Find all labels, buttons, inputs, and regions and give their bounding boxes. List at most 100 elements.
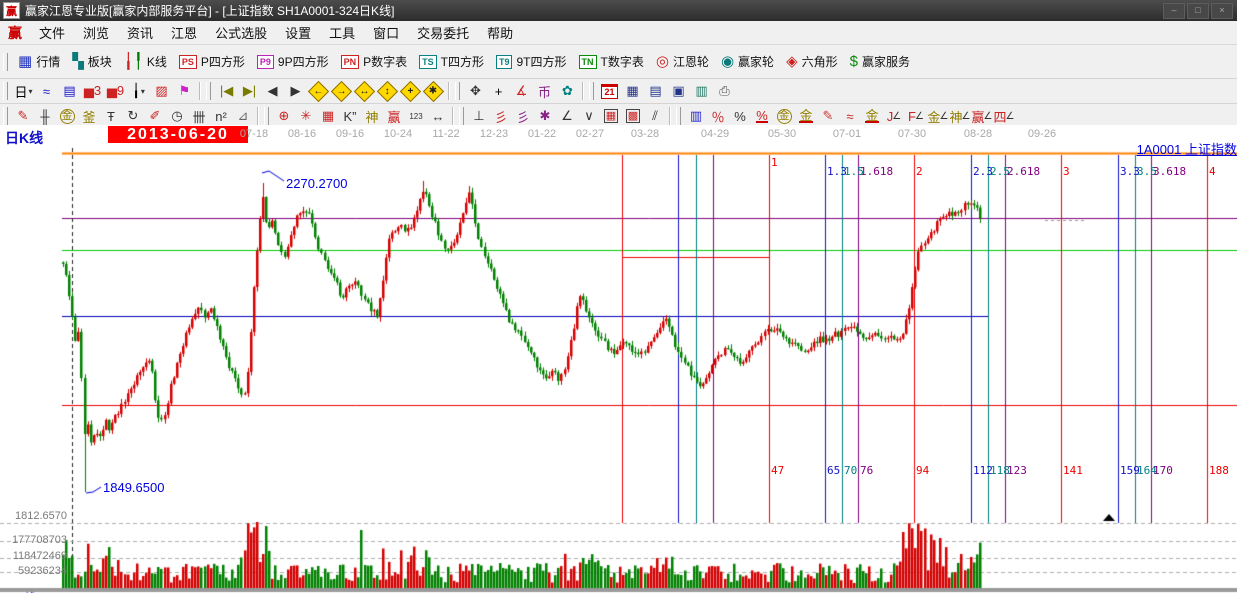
info-list-icon[interactable]: ▤	[58, 81, 81, 101]
red-grid-frame2-icon[interactable]: ▩	[622, 106, 644, 126]
zoom-fit-icon[interactable]: ✱	[422, 81, 445, 101]
gold-ring-icon[interactable]: 金	[56, 106, 78, 126]
toolbar-item-p-number-table[interactable]: PNP数字表	[335, 49, 414, 75]
menu-item-设置[interactable]: 设置	[276, 23, 320, 42]
shift-left-icon[interactable]: ←	[307, 81, 330, 101]
next-bar-icon[interactable]: ▶	[284, 81, 307, 101]
symbol-label[interactable]: 1A0001 上证指数	[1137, 139, 1237, 158]
list-grid-blue-icon[interactable]: ▥	[685, 106, 707, 126]
menu-item-窗口[interactable]: 窗口	[364, 23, 408, 42]
maximize-button[interactable]: □	[1187, 3, 1209, 19]
ying-angle-icon[interactable]: 赢∠	[971, 106, 993, 126]
menu-item-文件[interactable]: 文件	[30, 23, 74, 42]
draw-pencil-icon[interactable]: ✎	[12, 106, 34, 126]
zoom-horizontal-icon[interactable]: ↔	[353, 81, 376, 101]
red-hatch-icon[interactable]: ▨	[150, 81, 173, 101]
f-angle-icon[interactable]: F∠	[905, 106, 927, 126]
calendar-icon[interactable]: 21	[598, 81, 621, 101]
menu-item-江恩[interactable]: 江恩	[162, 23, 206, 42]
angle-lines-icon[interactable]: ∠	[556, 106, 578, 126]
pattern-search-icon[interactable]: ≈	[35, 81, 58, 101]
clock-cycle-icon[interactable]: ◷	[166, 106, 188, 126]
j-angle-icon[interactable]: J∠	[883, 106, 905, 126]
candle-pen-icon[interactable]: ✎	[817, 106, 839, 126]
bars-3-icon[interactable]: ▅3	[81, 81, 104, 101]
menu-item-工具[interactable]: 工具	[320, 23, 364, 42]
angle-measure-icon[interactable]: ∡	[510, 81, 533, 101]
export-image-icon[interactable]: ▥	[690, 81, 713, 101]
toolbar-item-9p-square[interactable]: P99P四方形	[251, 49, 335, 75]
calculator-icon[interactable]: ▦	[621, 81, 644, 101]
circle-cross-icon[interactable]: ⊕	[273, 106, 295, 126]
toolbar-item-gann-wheel[interactable]: ◎江恩轮	[650, 49, 715, 75]
parallel-lines-icon[interactable]: ⫽	[644, 106, 666, 126]
toolbar-item-p-square[interactable]: PSP四方形	[173, 49, 251, 75]
purple-fan-icon[interactable]: 彡	[512, 106, 534, 126]
toolbar-item-winner-service[interactable]: $赢家服务	[844, 49, 916, 75]
menu-item-帮助[interactable]: 帮助	[478, 23, 522, 42]
v-wave-icon[interactable]: ∨	[578, 106, 600, 126]
comb-lines-icon[interactable]: ╫	[34, 106, 56, 126]
red-fan-icon[interactable]: 彡	[490, 106, 512, 126]
percent-icon[interactable]: %	[729, 106, 751, 126]
toolbar-item-kline[interactable]: ╽╿K线	[118, 49, 173, 75]
chart-canvas[interactable]	[0, 125, 1237, 593]
gold-levels-icon[interactable]: 金	[795, 106, 817, 126]
menu-item-公式选股[interactable]: 公式选股	[206, 23, 276, 42]
crosshair-icon[interactable]: +	[487, 81, 510, 101]
close-button[interactable]: ×	[1211, 3, 1233, 19]
purple-band-tool-icon[interactable]: 币	[533, 81, 556, 101]
pencil-chart-icon[interactable]: ✐	[144, 106, 166, 126]
percent-red-icon[interactable]: %	[751, 106, 773, 126]
save-icon[interactable]: ▣	[667, 81, 690, 101]
f-grid-icon[interactable]: Ŧ	[100, 106, 122, 126]
single-candle-dropdown-icon[interactable]: ╽▾	[127, 81, 150, 101]
red-grid-frame1-icon[interactable]: ▦	[600, 106, 622, 126]
spiral-icon[interactable]: ↻	[122, 106, 144, 126]
toolbar-item-hexagon[interactable]: ◈六角形	[780, 49, 844, 75]
grid-123-icon[interactable]: 123	[405, 106, 427, 126]
width-arrows-icon[interactable]: ↔	[427, 106, 449, 126]
menu-item-浏览[interactable]: 浏览	[74, 23, 118, 42]
menu-item-交易委托[interactable]: 交易委托	[408, 23, 478, 42]
zoom-vertical-icon[interactable]: ↕	[376, 81, 399, 101]
dense-comb-icon[interactable]: 卌	[188, 106, 210, 126]
red-web-grid-icon[interactable]: ▦	[317, 106, 339, 126]
shen-lines-icon[interactable]: 神	[361, 106, 383, 126]
zoom-all-icon[interactable]: +	[399, 81, 422, 101]
gold-ring2-icon[interactable]: 釜	[78, 106, 100, 126]
gold-angle-icon[interactable]: 金∠	[927, 106, 949, 126]
shen-angle-icon[interactable]: 神∠	[949, 106, 971, 126]
k-quote-icon[interactable]: K”	[339, 106, 361, 126]
toolbar-item-sectors[interactable]: ▚板块	[66, 49, 118, 75]
toolbar-item-9t-square[interactable]: T99T四方形	[490, 49, 573, 75]
toolbar-item-quotes[interactable]: ▦行情	[12, 49, 66, 75]
toolbar-item-t-square[interactable]: TST四方形	[413, 49, 490, 75]
wave-cloud-tool-icon[interactable]: ✿	[556, 81, 579, 101]
gold-red-line-icon[interactable]: 金	[861, 106, 883, 126]
shift-right-icon[interactable]: →	[330, 81, 353, 101]
prev-bar-icon[interactable]: ◀	[261, 81, 284, 101]
ying-box-icon[interactable]: 赢	[383, 106, 405, 126]
menu-item-资讯[interactable]: 资讯	[118, 23, 162, 42]
si-angle-icon[interactable]: 四∠	[993, 106, 1015, 126]
wave-candles-icon[interactable]: ≈	[839, 106, 861, 126]
purple-web-icon[interactable]: ✱	[534, 106, 556, 126]
minimize-button[interactable]: –	[1163, 3, 1185, 19]
last-bar-icon[interactable]: ▶|	[238, 81, 261, 101]
percent-line-icon[interactable]: ％	[707, 106, 729, 126]
flag-chart-icon[interactable]: ⚑	[173, 81, 196, 101]
print-icon[interactable]: ⎙	[713, 81, 736, 101]
pan-hand-icon[interactable]: ✥	[464, 81, 487, 101]
bars-9-icon[interactable]: ▅9	[104, 81, 127, 101]
gold-ring3-icon[interactable]: 金	[773, 106, 795, 126]
first-bar-icon[interactable]: |◀	[215, 81, 238, 101]
axis-grid-icon[interactable]: ⊥	[468, 106, 490, 126]
toolbar-item-t-number-table[interactable]: TNT数字表	[573, 49, 650, 75]
candle-style-dropdown-icon[interactable]: 日▾	[12, 81, 35, 101]
starburst-icon[interactable]: ✳	[295, 106, 317, 126]
angle-ruler-icon[interactable]: ⊿	[232, 106, 254, 126]
notes-icon[interactable]: ▤	[644, 81, 667, 101]
n-squared-icon[interactable]: n²	[210, 106, 232, 126]
toolbar-item-winner-wheel[interactable]: ◉赢家轮	[715, 49, 780, 75]
